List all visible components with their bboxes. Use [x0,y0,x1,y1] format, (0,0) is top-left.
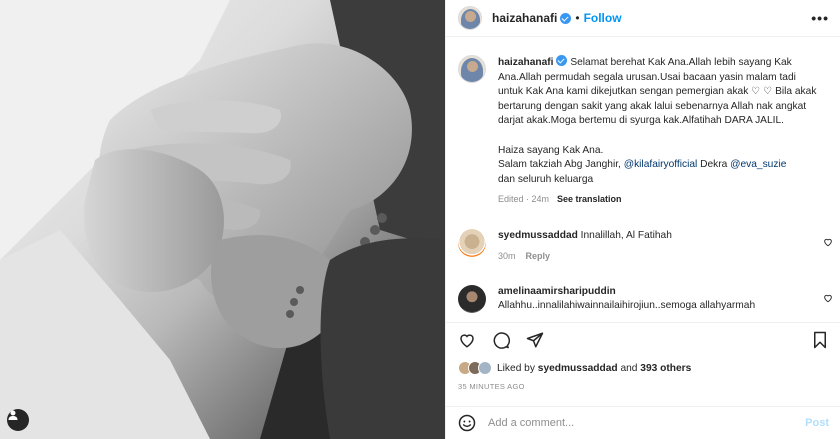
caption-line-3: Salam takziah Abg Janghir, [498,159,624,171]
comment-input[interactable] [488,417,788,429]
reply-button[interactable]: Reply [526,251,551,261]
comment-meta: 30m Reply [498,251,798,261]
caption-text: haizahanafi Selamat berehat Kak Ana.Alla… [498,55,818,187]
emoji-icon[interactable] [458,414,476,432]
author-avatar[interactable] [458,6,482,30]
comment-item: syedmussaddad Innalillah, Al Fatihah 30m… [458,229,833,261]
heart-icon[interactable] [458,331,476,349]
likes-prefix: Liked by [497,362,538,374]
hands-photo [0,0,445,439]
caption-body: haizahanafi Selamat berehat Kak Ana.Alla… [498,55,818,204]
liker-avatar [478,361,492,375]
commenter-avatar[interactable] [458,229,486,257]
liker-username[interactable]: syedmussaddad [538,363,618,374]
commenter-username[interactable]: amelinaamirsharipuddin [498,286,616,297]
comments-section[interactable]: haizahanafi Selamat berehat Kak Ana.Alla… [446,37,840,322]
post-header: haizahanafi • Follow ••• [446,0,840,37]
caption-username[interactable]: haizahanafi [498,57,553,68]
mention-link[interactable]: @eva_suzie [730,159,786,170]
post-comment-button[interactable]: Post [805,417,829,429]
likes-middle: and [617,362,641,374]
verified-icon [560,12,572,24]
share-icon[interactable] [526,331,544,349]
commenter-username[interactable]: syedmussaddad [498,230,578,241]
commenter-avatar[interactable] [458,285,486,313]
caption: haizahanafi Selamat berehat Kak Ana.Alla… [458,55,818,204]
comment-time: 30m [498,251,516,261]
likes-summary: Liked by syedmussaddad and 393 others [458,361,691,375]
more-icon[interactable]: ••• [811,10,829,26]
see-translation-link[interactable]: See translation [557,194,622,204]
comment-icon[interactable] [492,331,510,349]
edited-label: Edited · 24m [498,194,550,205]
add-comment-bar: Post [446,406,840,439]
caption-line-4: dan seluruh keluarga [498,173,594,185]
instagram-post: haizahanafi • Follow ••• haizahanafi Sel… [0,0,840,439]
author-username[interactable]: haizahanafi [492,11,557,25]
post-timestamp[interactable]: 35 MINUTES AGO [458,382,525,391]
comment-text: amelinaamirsharipuddin Allahhu..innalila… [498,285,798,313]
comment-body: Innalillah, Al Fatihah [577,230,672,241]
comment-body: Allahhu..innalilahiwainnailaihirojiun..s… [498,300,756,311]
heart-icon[interactable] [823,237,833,247]
user-tag-icon[interactable] [7,409,29,431]
bookmark-icon[interactable] [811,331,829,349]
likes-text: Liked by syedmussaddad and 393 others [497,363,691,374]
action-bar [446,322,840,356]
verified-icon [556,55,568,66]
post-side-panel: haizahanafi • Follow ••• haizahanafi Sel… [445,0,840,439]
follow-button[interactable]: Follow [584,11,622,25]
caption-line-3-mid: Dekra [697,159,731,171]
comment-text: syedmussaddad Innalillah, Al Fatihah [498,229,798,243]
caption-line-2: Haiza sayang Kak Ana. [498,144,604,156]
caption-meta: Edited · 24m See translation [498,194,818,204]
post-photo[interactable] [0,0,445,439]
comment-item: amelinaamirsharipuddin Allahhu..innalila… [458,285,833,313]
mention-link[interactable]: @kilafairyofficial [624,159,698,170]
heart-icon[interactable] [823,293,833,303]
caption-avatar[interactable] [458,55,486,83]
separator-dot: • [575,11,580,25]
likes-others-link[interactable]: 393 others [640,363,691,374]
